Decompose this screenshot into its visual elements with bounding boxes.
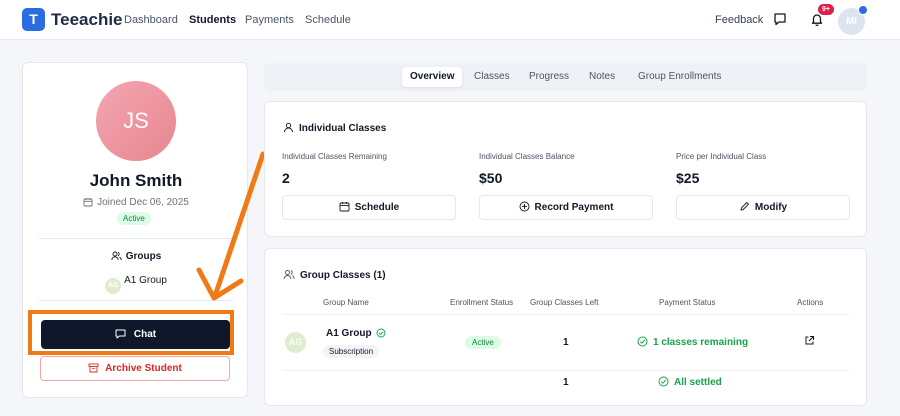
app-name[interactable]: Teeachie <box>51 10 123 30</box>
status-badge: Active <box>117 212 151 225</box>
header-group-name: Group Name <box>323 298 369 307</box>
chat-button[interactable]: Chat <box>41 320 230 349</box>
payment-status: 1 classes remaining <box>637 336 748 348</box>
group-name: A1 Group <box>124 275 167 286</box>
classes-remaining-label: Individual Classes Remaining <box>282 152 387 161</box>
nav-dashboard[interactable]: Dashboard <box>124 14 178 26</box>
verified-check-icon <box>376 328 386 338</box>
tab-group-enrollments[interactable]: Group Enrollments <box>630 67 729 87</box>
check-circle-icon <box>637 336 648 347</box>
subscription-badge: Subscription <box>323 345 380 358</box>
users-icon <box>111 251 122 261</box>
price-per-class-label: Price per Individual Class <box>676 152 767 161</box>
nav-schedule[interactable]: Schedule <box>305 14 351 26</box>
calendar-icon <box>339 202 350 212</box>
total-payment-status: All settled <box>658 376 722 388</box>
notification-badge: 9+ <box>818 4 834 15</box>
header-group-classes-left: Group Classes Left <box>530 298 599 307</box>
total-classes-left: 1 <box>563 377 569 388</box>
group-name-text: A1 Group <box>326 328 372 339</box>
archive-icon <box>88 363 99 373</box>
pencil-icon <box>740 202 749 211</box>
classes-remaining-value: 2 <box>282 170 290 186</box>
classes-balance-value: $50 <box>479 170 503 186</box>
modify-label: Modify <box>754 202 788 213</box>
external-link-icon[interactable] <box>804 335 815 346</box>
price-per-class-value: $25 <box>676 170 700 186</box>
student-avatar: JS <box>96 81 176 161</box>
schedule-button[interactable]: Schedule <box>282 195 456 220</box>
payment-status-text: 1 classes remaining <box>653 337 749 348</box>
group-avatar: AG <box>285 332 306 353</box>
group-name[interactable]: A1 Group <box>326 328 386 339</box>
archive-student-button[interactable]: Archive Student <box>40 356 230 381</box>
table-divider <box>283 314 850 315</box>
student-name: John Smith <box>89 171 183 190</box>
user-icon <box>284 122 293 133</box>
joined-date: Joined Dec 06, 2025 <box>23 197 249 208</box>
modify-button[interactable]: Modify <box>676 195 850 220</box>
group-classes-left: 1 <box>563 337 569 348</box>
nav-payments[interactable]: Payments <box>245 14 294 26</box>
user-status-dot <box>858 5 868 15</box>
tab-overview[interactable]: Overview <box>402 67 463 87</box>
individual-title-text: Individual Classes <box>299 123 387 134</box>
divider <box>39 300 233 301</box>
divider <box>39 238 233 239</box>
chat-icon <box>115 329 126 339</box>
individual-classes-card: Individual Classes Individual Classes Re… <box>264 101 867 237</box>
message-icon[interactable] <box>772 11 788 27</box>
student-group-item[interactable]: AG A1 Group <box>23 275 249 294</box>
enrollment-status-badge: Active <box>465 336 501 349</box>
table-divider <box>283 370 850 371</box>
record-payment-button[interactable]: Record Payment <box>479 195 653 220</box>
header-enrollment-status: Enrollment Status <box>450 298 514 307</box>
header-payment-status: Payment Status <box>659 298 716 307</box>
chat-label: Chat <box>133 329 157 340</box>
plus-circle-icon <box>519 201 529 212</box>
classes-balance-label: Individual Classes Balance <box>479 152 575 161</box>
check-circle-icon <box>658 376 669 387</box>
top-navbar: T Teeachie Dashboard Students Payments S… <box>0 0 900 40</box>
student-tabs: Overview Classes Progress Notes Group En… <box>264 63 867 91</box>
calendar-icon <box>83 198 93 207</box>
users-icon <box>283 270 295 280</box>
group-classes-card: Group Classes (1) Group Name Enrollment … <box>264 248 867 406</box>
schedule-label: Schedule <box>354 202 400 213</box>
tab-progress[interactable]: Progress <box>521 67 577 87</box>
tab-notes[interactable]: Notes <box>581 67 623 87</box>
groups-heading: Groups <box>23 251 249 262</box>
group-classes-title: Group Classes (1) <box>283 269 386 281</box>
group-avatar: AG <box>105 278 122 294</box>
tab-classes[interactable]: Classes <box>466 67 518 87</box>
archive-label: Archive Student <box>105 363 182 374</box>
header-actions: Actions <box>797 298 824 307</box>
total-payment-status-text: All settled <box>674 377 722 388</box>
record-payment-label: Record Payment <box>534 202 614 213</box>
individual-classes-title: Individual Classes <box>283 122 386 134</box>
app-logo[interactable]: T <box>22 8 45 31</box>
groups-title: Groups <box>125 251 162 262</box>
group-classes-title-text: Group Classes (1) <box>300 270 386 281</box>
joined-text: Joined Dec 06, 2025 <box>97 197 189 208</box>
nav-students[interactable]: Students <box>189 14 236 26</box>
feedback-link[interactable]: Feedback <box>715 14 763 26</box>
